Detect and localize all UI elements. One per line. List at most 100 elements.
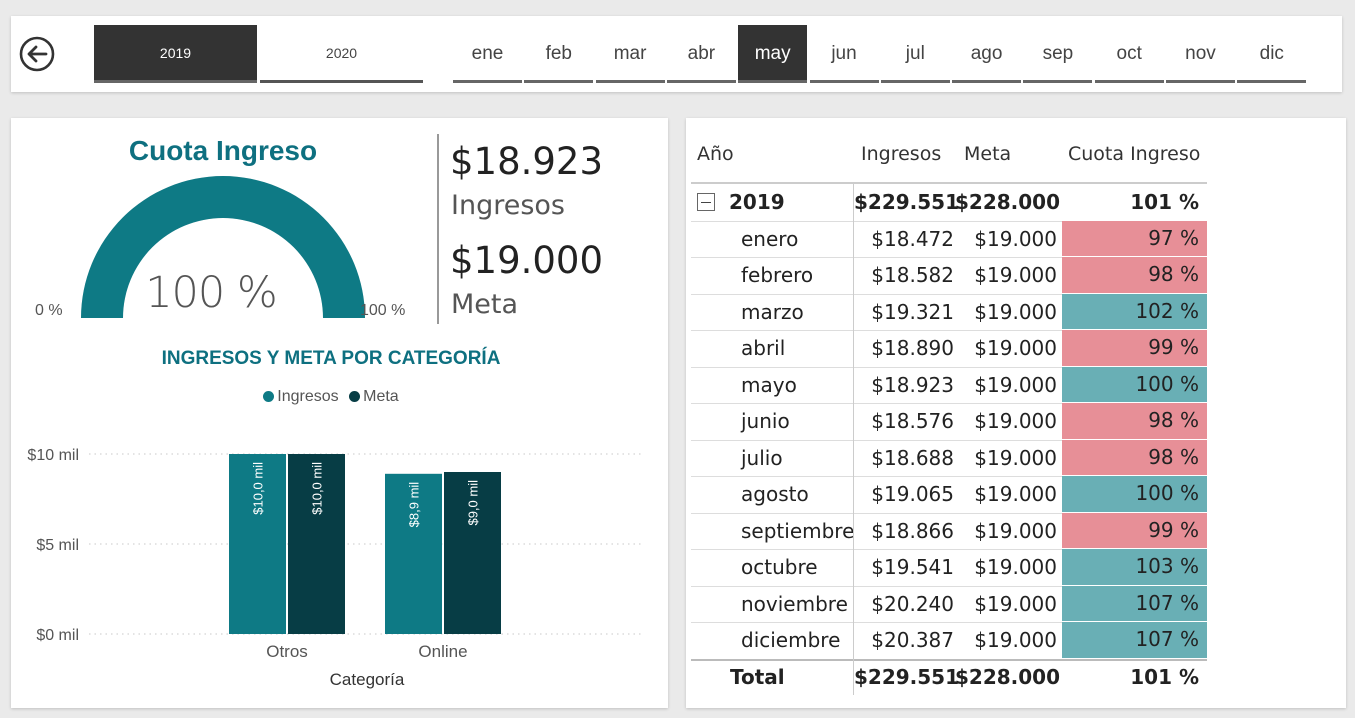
x-axis-title: Categoría: [330, 670, 405, 689]
month-label: marzo: [741, 299, 804, 324]
back-arrow-icon[interactable]: [19, 36, 55, 72]
month-button-feb[interactable]: feb: [524, 25, 594, 83]
month-cuota: 100 %: [1062, 366, 1207, 402]
month-button-ene[interactable]: ene: [453, 25, 522, 83]
month-meta: $19.000: [974, 409, 1057, 433]
month-label: junio: [741, 409, 790, 433]
month-label: octubre: [741, 555, 818, 579]
month-cuota: 97 %: [1062, 220, 1207, 256]
year-button-2020[interactable]: 2020: [260, 25, 423, 83]
column-divider: [853, 184, 854, 695]
matrix-month-row[interactable]: diciembre $20.387 $19.000 107 %: [691, 622, 1211, 658]
month-ingresos: $18.890: [871, 336, 954, 360]
matrix-month-row[interactable]: marzo $19.321 $19.000 102 %: [691, 293, 1211, 330]
month-meta: $19.000: [974, 226, 1057, 251]
bar-data-label: $10,0 mil: [251, 462, 266, 515]
matrix-month-row[interactable]: abril $18.890 $19.000 99 %: [691, 330, 1211, 366]
month-cuota: 98 %: [1062, 439, 1207, 475]
month-button-nov[interactable]: nov: [1166, 25, 1235, 83]
month-meta: $19.000: [974, 628, 1057, 652]
matrix-month-row[interactable]: septiembre $18.866 $19.000 99 %: [691, 512, 1211, 549]
y-tick-label: $10 mil: [27, 447, 79, 464]
matrix-month-row[interactable]: agosto $19.065 $19.000 100 %: [691, 476, 1211, 512]
month-ingresos: $20.387: [871, 628, 954, 652]
month-button-jul[interactable]: jul: [880, 25, 950, 83]
month-ingresos: $18.576: [871, 409, 954, 433]
bar-data-label: $10,0 mil: [310, 462, 325, 515]
month-meta: $19.000: [974, 591, 1057, 616]
month-label: abril: [741, 336, 786, 360]
month-button-mar[interactable]: mar: [595, 25, 665, 83]
total-cuota: 101 %: [1130, 664, 1199, 689]
column-header: Cuota Ingreso: [1068, 143, 1201, 165]
month-label: mayo: [741, 372, 797, 397]
year-cuota: 101 %: [1130, 190, 1199, 214]
year-button-2019[interactable]: 2019: [94, 25, 257, 83]
filter-bar: 2019 2020 ene feb mar abr may jun jul ago sep oct n…: [11, 16, 1342, 92]
x-tick-label: Otros: [266, 642, 308, 661]
month-button-sep[interactable]: sep: [1023, 25, 1093, 83]
matrix-month-row[interactable]: noviembre $20.240 $19.000 107 %: [691, 585, 1211, 622]
month-ingresos: $19.541: [871, 555, 954, 579]
matrix-year-row[interactable]: 2019 $229.551 $228.000 101 %: [691, 184, 1211, 220]
month-ingresos: $18.866: [871, 518, 954, 543]
bar-chart: $10 mil $5 mil $0 mil $10,0 mil $10,0 mil Otr…: [27, 447, 641, 689]
bar-data-label: $9,0 mil: [466, 480, 481, 526]
month-cuota: 99 %: [1062, 512, 1207, 548]
month-ingresos: $19.065: [871, 482, 954, 506]
year-label: 2019: [729, 190, 785, 214]
month-meta: $19.000: [974, 299, 1057, 324]
matrix-total-row: Total $229.551 $228.000 101 %: [691, 659, 1211, 695]
month-ingresos: $18.688: [871, 445, 954, 470]
matrix-month-row[interactable]: enero $18.472 $19.000 97 %: [691, 220, 1211, 257]
y-tick-label: $0 mil: [36, 627, 79, 644]
month-label: agosto: [741, 482, 809, 506]
total-meta: $228.000: [955, 664, 1061, 689]
year-row-label: 2019: [697, 184, 857, 220]
month-label: febrero: [741, 263, 814, 287]
month-button-may[interactable]: may: [738, 25, 808, 83]
matrix-month-row[interactable]: julio $18.688 $19.000 98 %: [691, 439, 1211, 476]
total-label: Total: [730, 664, 785, 689]
y-tick-label: $5 mil: [36, 537, 79, 554]
collapse-icon[interactable]: [697, 193, 715, 211]
matrix-month-row[interactable]: mayo $18.923 $19.000 100 %: [691, 366, 1211, 403]
month-meta: $19.000: [974, 518, 1057, 543]
month-cuota: 107 %: [1062, 585, 1207, 621]
month-button-jun[interactable]: jun: [809, 25, 879, 83]
month-ingresos: $18.582: [871, 263, 954, 287]
month-meta: $19.000: [974, 336, 1057, 360]
month-button-dic[interactable]: dic: [1237, 25, 1307, 83]
matrix-month-row[interactable]: octubre $19.541 $19.000 103 %: [691, 549, 1211, 585]
x-tick-label: Online: [418, 642, 467, 661]
month-label: noviembre: [741, 591, 848, 616]
month-ingresos: $20.240: [871, 591, 954, 616]
year-meta: $228.000: [955, 190, 1061, 214]
month-cuota: 107 %: [1062, 622, 1207, 658]
month-label: septiembre: [741, 518, 855, 543]
month-label: enero: [741, 226, 799, 251]
month-button-oct[interactable]: oct: [1094, 25, 1164, 83]
month-cuota: 100 %: [1062, 476, 1207, 512]
month-meta: $19.000: [974, 555, 1057, 579]
month-cuota: 103 %: [1062, 549, 1207, 585]
month-cuota: 98 %: [1062, 257, 1207, 293]
month-meta: $19.000: [974, 372, 1057, 397]
matrix-month-row[interactable]: junio $18.576 $19.000 98 %: [691, 403, 1211, 439]
month-ingresos: $18.472: [871, 226, 954, 251]
total-divider: [691, 658, 1207, 661]
month-meta: $19.000: [974, 482, 1057, 506]
month-meta: $19.000: [974, 445, 1057, 470]
right-panel: Año Ingresos Meta Cuota Ingreso 2019 $229.551…: [686, 118, 1346, 708]
matrix-month-row[interactable]: febrero $18.582 $19.000 98 %: [691, 257, 1211, 293]
total-ingresos: $229.551: [854, 664, 960, 689]
left-panel: Cuota Ingreso 100 % 0 % 100 % $18.923 In…: [11, 118, 668, 708]
year-ingresos: $229.551: [854, 190, 960, 214]
month-button-ago[interactable]: ago: [952, 25, 1022, 83]
month-meta: $19.000: [974, 263, 1057, 287]
month-button-abr[interactable]: abr: [666, 25, 736, 83]
month-label: julio: [741, 445, 783, 470]
month-cuota: 102 %: [1062, 293, 1207, 329]
month-ingresos: $19.321: [871, 299, 954, 324]
column-header: Año: [697, 143, 734, 165]
